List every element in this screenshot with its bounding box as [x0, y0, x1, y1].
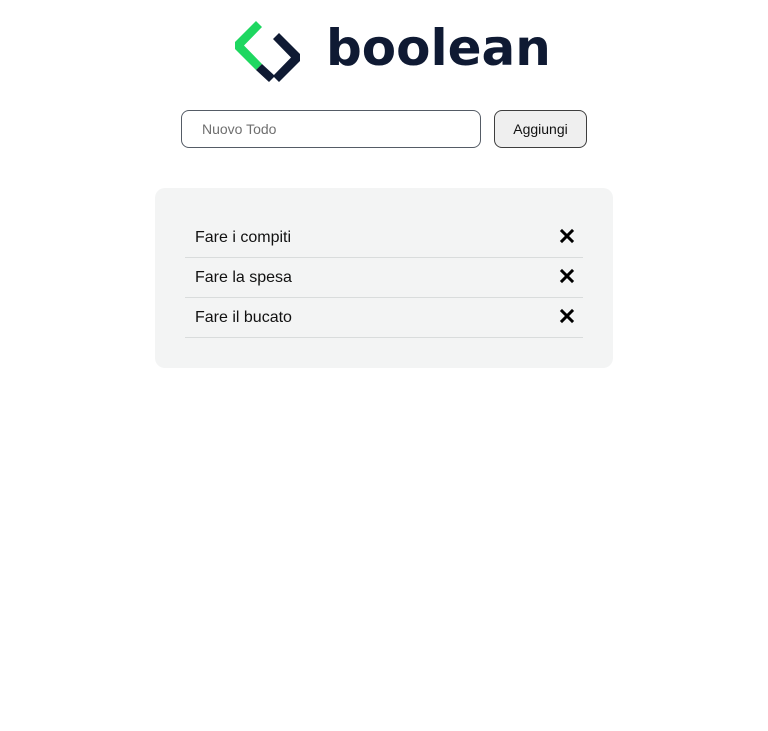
todo-item: Fare la spesa — [185, 258, 583, 298]
page: boolean Aggiungi Fare i compiti Fare la … — [0, 0, 768, 731]
todo-item: Fare i compiti — [185, 218, 583, 258]
todo-item: Fare il bucato — [185, 298, 583, 338]
close-icon[interactable] — [559, 268, 575, 284]
boolean-logo-mark-icon — [235, 21, 300, 82]
new-todo-input[interactable] — [181, 110, 481, 148]
todo-text: Fare il bucato — [195, 309, 292, 326]
add-button[interactable]: Aggiungi — [494, 110, 587, 148]
brand-name: boolean — [326, 19, 551, 77]
todo-list: Fare i compiti Fare la spesa Fare il buc… — [185, 218, 583, 338]
todo-text: Fare la spesa — [195, 269, 292, 286]
add-todo-form: Aggiungi — [181, 110, 587, 148]
close-icon[interactable] — [559, 308, 575, 324]
close-icon[interactable] — [559, 228, 575, 244]
todo-list-card: Fare i compiti Fare la spesa Fare il buc… — [155, 188, 613, 368]
logo: boolean — [232, 18, 551, 90]
todo-text: Fare i compiti — [195, 229, 292, 246]
